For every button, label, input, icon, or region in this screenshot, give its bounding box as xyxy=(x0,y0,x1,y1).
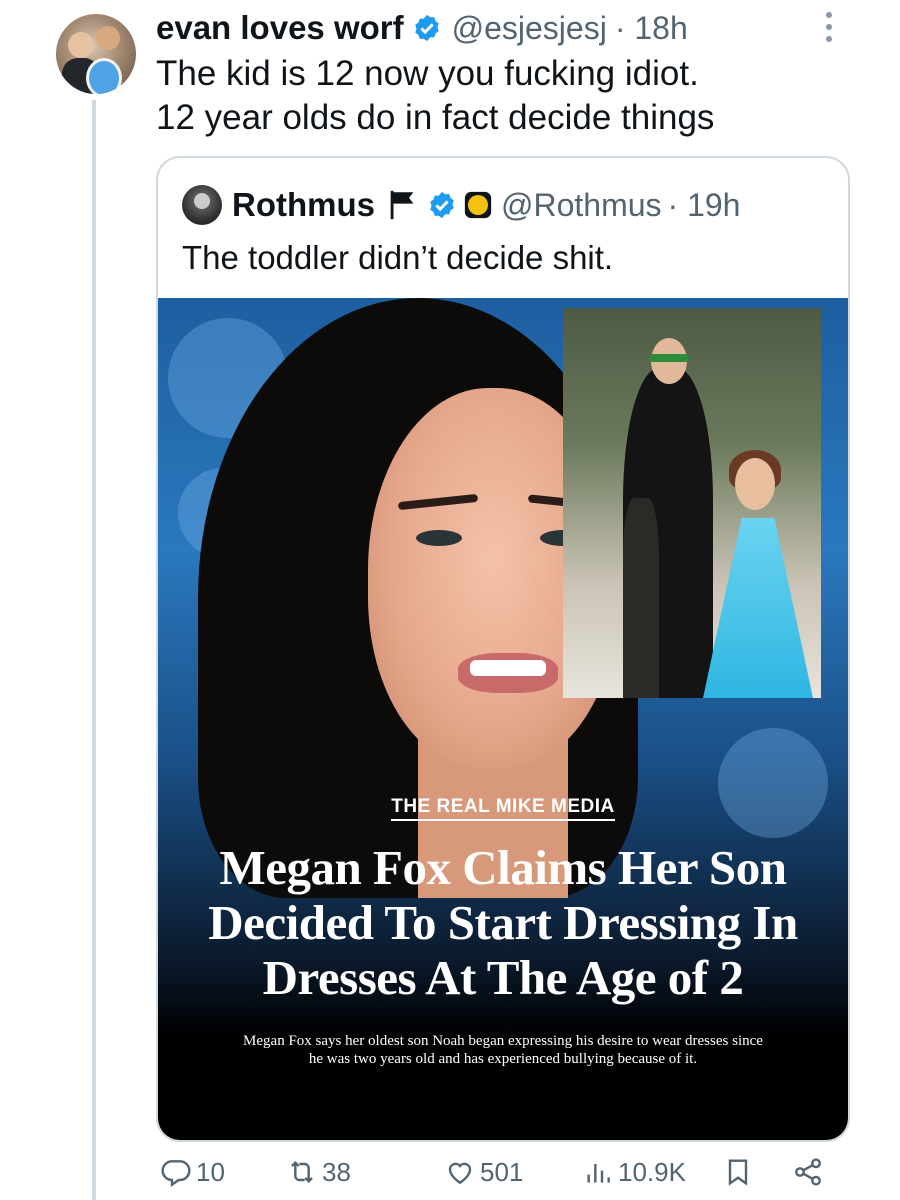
background-bokeh xyxy=(718,728,828,838)
media-source-label: THE REAL MIKE MEDIA xyxy=(158,796,848,821)
avatar-photo-face xyxy=(68,32,94,58)
views-button[interactable]: 10.9K xyxy=(582,1156,686,1188)
repost-count: 38 xyxy=(322,1156,351,1187)
inset-photo-sunglasses xyxy=(649,354,689,362)
tweet-text: The kid is 12 now you fucking idiot. 12 … xyxy=(156,52,856,140)
avatar-photo-face xyxy=(96,26,120,50)
repost-button[interactable]: 38 xyxy=(286,1156,351,1188)
bookmark-icon xyxy=(728,1159,748,1186)
share-button[interactable] xyxy=(792,1156,824,1188)
like-count: 501 xyxy=(480,1156,524,1187)
verified-badge-icon[interactable] xyxy=(427,190,457,220)
more-options-icon[interactable] xyxy=(826,12,834,42)
tweet-text-line: 12 year olds do in fact decide things xyxy=(156,98,715,137)
repost-icon xyxy=(291,1160,313,1184)
media-subhead: Megan Fox says her oldest son Noah began… xyxy=(198,1032,808,1068)
reply-icon xyxy=(161,1160,191,1187)
avatar-photo-toy xyxy=(86,58,122,94)
like-button[interactable]: 501 xyxy=(444,1156,523,1188)
tweet-text-line: The kid is 12 now you fucking idiot. xyxy=(156,54,699,93)
tweet-header: evan loves worf @esjesjesj · 18h xyxy=(156,4,688,52)
heart-icon xyxy=(448,1162,472,1185)
handle[interactable]: @esjesjesj xyxy=(452,10,607,47)
media-headline-line: Decided To Start Dressing In xyxy=(208,895,798,950)
quoted-handle[interactable]: @Rothmus xyxy=(501,187,662,224)
flag-icon xyxy=(390,190,414,220)
media-headline-line: Dresses At The Age of 2 xyxy=(262,950,744,1005)
media-subhead-line: he was two years old and has experienced… xyxy=(308,1051,698,1067)
thread-line xyxy=(92,100,96,1200)
inset-photo-face xyxy=(735,458,775,510)
bookmark-button[interactable] xyxy=(722,1156,754,1188)
display-name[interactable]: evan loves worf xyxy=(156,9,404,47)
timestamp[interactable]: · 18h xyxy=(615,10,688,47)
media-source-text: THE REAL MIKE MEDIA xyxy=(391,796,615,821)
reply-button[interactable]: 10 xyxy=(160,1156,225,1188)
affiliate-badge-icon[interactable] xyxy=(463,190,493,220)
quoted-avatar[interactable] xyxy=(182,185,222,225)
quoted-media-image[interactable]: THE REAL MIKE MEDIA Megan Fox Claims Her… xyxy=(158,298,848,1140)
verified-badge-icon[interactable] xyxy=(412,13,442,43)
portrait-eye xyxy=(416,530,462,546)
quoted-timestamp[interactable]: · 19h xyxy=(668,187,741,224)
avatar[interactable] xyxy=(56,14,136,94)
quoted-tweet-header: Rothmus @Rothmus · 19h xyxy=(182,182,740,228)
media-headline-line: Megan Fox Claims Her Son xyxy=(219,840,787,895)
action-bar: 10 38 501 10.9K xyxy=(156,1156,846,1200)
inset-photo-figure xyxy=(623,498,659,698)
quoted-display-name[interactable]: Rothmus xyxy=(232,186,375,224)
share-icon xyxy=(795,1158,821,1186)
quoted-tweet-text: The toddler didn’t decide shit. xyxy=(182,239,614,276)
inset-photo xyxy=(563,308,821,698)
views-count: 10.9K xyxy=(618,1156,686,1187)
quoted-tweet-card[interactable]: Rothmus @Rothmus · 19h The toddler didn’… xyxy=(156,156,850,1142)
views-icon xyxy=(587,1164,610,1183)
media-headline: Megan Fox Claims Her Son Decided To Star… xyxy=(178,840,828,1005)
portrait-teeth xyxy=(470,660,546,676)
inset-photo-dress xyxy=(703,518,813,698)
reply-count: 10 xyxy=(196,1156,225,1187)
media-subhead-line: Megan Fox says her oldest son Noah began… xyxy=(243,1033,763,1049)
